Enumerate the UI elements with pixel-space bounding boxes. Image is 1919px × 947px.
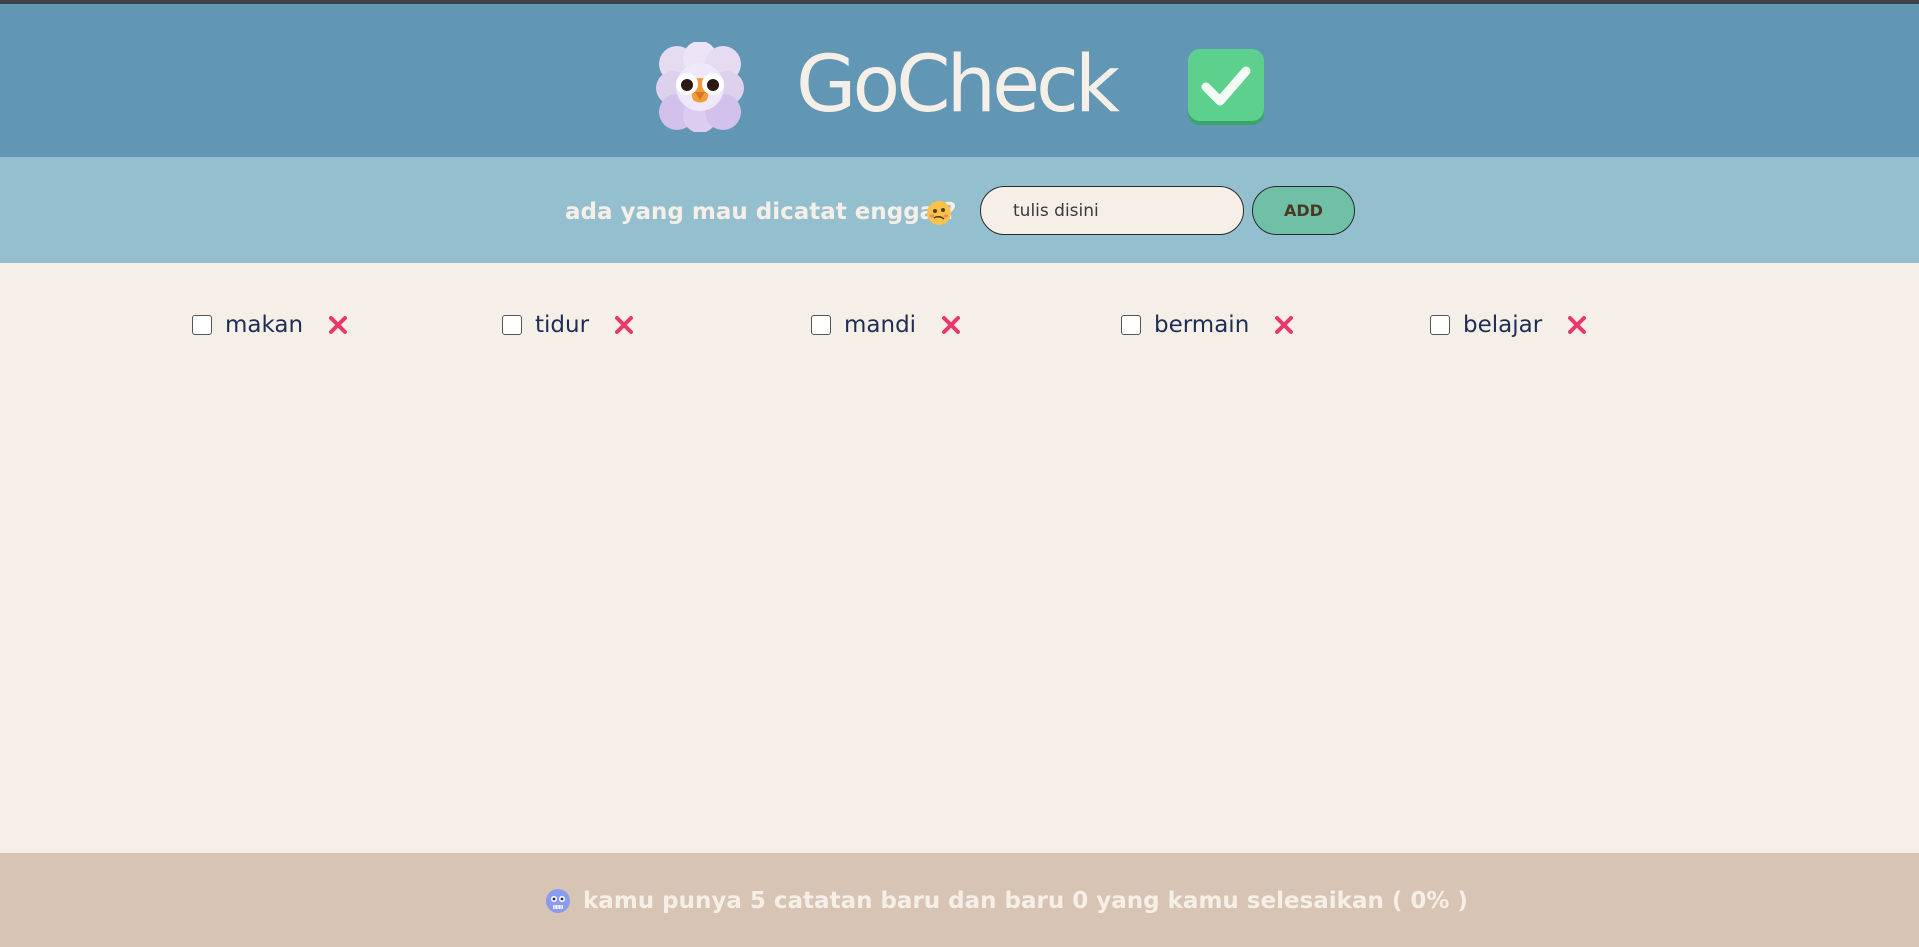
todo-checkbox[interactable] [1121,315,1141,335]
add-task-bar: ada yang mau dicatat engga ? ADD [0,157,1919,263]
todo-item: tidur [502,308,635,342]
delete-x-icon[interactable] [327,314,349,336]
delete-x-icon[interactable] [613,314,635,336]
todo-label: makan [225,312,304,338]
delete-x-icon[interactable] [1566,314,1588,336]
todo-label: mandi [844,312,917,338]
todo-item: mandi [811,308,962,342]
todo-checkbox[interactable] [811,315,831,335]
delete-x-icon[interactable] [940,314,962,336]
task-input[interactable] [980,186,1244,235]
app-header: GoCheck [0,4,1919,157]
todo-checkbox[interactable] [192,315,212,335]
logo-row: GoCheck [0,4,1919,157]
summary-text: kamu punya 5 catatan baru dan baru 0 yan… [583,888,1468,914]
todo-checkbox[interactable] [502,315,522,335]
todo-item: belajar [1430,308,1588,342]
todo-list: makan tidur mandi bermain belajar [0,263,1919,853]
check-mark-button-icon [1188,49,1264,125]
todo-label: belajar [1463,312,1543,338]
summary-footer: kamu punya 5 catatan baru dan baru 0 yan… [0,853,1919,947]
app-logo-text: GoCheck [796,40,1120,130]
delete-x-icon[interactable] [1273,314,1295,336]
todo-item: bermain [1121,308,1295,342]
add-button[interactable]: ADD [1252,186,1355,235]
fluffy-owl-icon [656,42,744,132]
todo-label: bermain [1154,312,1250,338]
woozy-face-icon [927,201,951,225]
todo-item: makan [192,308,349,342]
summary-row: kamu punya 5 catatan baru dan baru 0 yan… [545,888,1468,914]
todo-checkbox[interactable] [1430,315,1450,335]
cold-face-icon [546,889,570,913]
add-task-prompt: ada yang mau dicatat engga ? [565,199,957,225]
todo-label: tidur [535,312,590,338]
